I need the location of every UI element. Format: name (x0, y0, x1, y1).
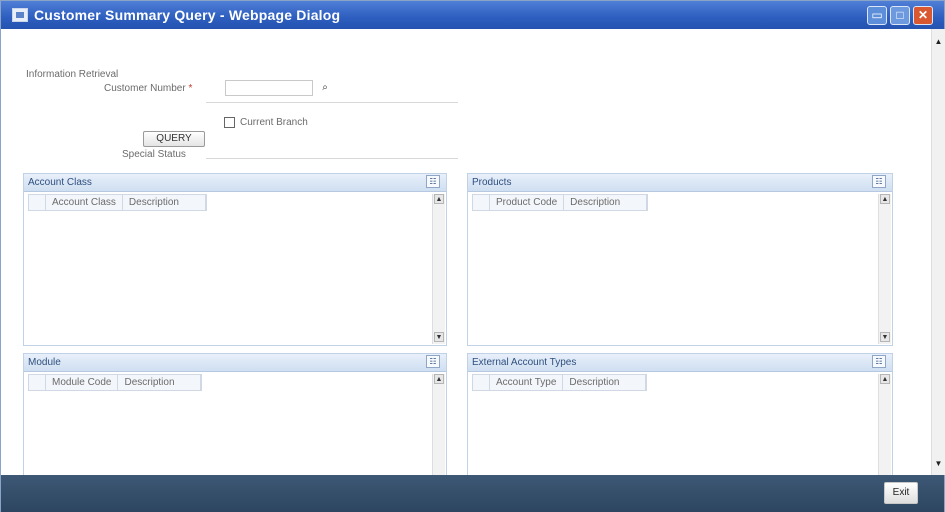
scroll-up-icon[interactable]: ▲ (934, 37, 943, 46)
account-class-panel: Account Class ☷ Account Class Descriptio… (23, 173, 447, 346)
footer-bar (1, 475, 944, 512)
products-panel: Products ☷ Product Code Description ▲ ▼ (467, 173, 893, 346)
scroll-up-icon[interactable]: ▲ (880, 194, 890, 204)
account-class-menu-icon[interactable]: ☷ (426, 175, 440, 188)
module-grid-header: Module Code Description (28, 374, 203, 391)
window-title: Customer Summary Query - Webpage Dialog (34, 7, 341, 23)
customer-number-input[interactable] (225, 80, 313, 96)
window-icon (12, 8, 28, 22)
lov-search-icon[interactable]: ⌕ (317, 81, 333, 95)
module-header: Module ☷ (24, 354, 446, 372)
query-button[interactable]: QUERY (143, 131, 205, 147)
grid-scrollbar[interactable]: ▲ (878, 374, 891, 476)
external-account-types-header: External Account Types ☷ (468, 354, 892, 372)
current-branch-checkbox[interactable] (224, 117, 235, 128)
scroll-down-icon[interactable]: ▼ (934, 459, 943, 468)
account-class-header: Account Class ☷ (24, 174, 446, 192)
scroll-up-icon[interactable]: ▲ (434, 374, 444, 384)
section-label: Information Retrieval (26, 69, 119, 80)
window-scrollbar[interactable]: ▲ ▼ (931, 29, 945, 475)
products-menu-icon[interactable]: ☷ (872, 175, 886, 188)
grid-scrollbar[interactable]: ▲ ▼ (878, 194, 891, 344)
module-title: Module (28, 357, 61, 368)
minimize-button[interactable]: ▭ (867, 6, 887, 25)
external-account-types-title: External Account Types (472, 357, 577, 368)
select-all-cell[interactable] (29, 195, 46, 210)
grid-scrollbar[interactable]: ▲ ▼ (432, 194, 445, 344)
column-header[interactable]: Description (563, 375, 647, 390)
column-header[interactable]: Account Type (490, 375, 564, 390)
special-status-line (206, 158, 458, 159)
grid-scrollbar[interactable]: ▲ (432, 374, 445, 476)
scroll-down-icon[interactable]: ▼ (880, 332, 890, 342)
required-marker: * (188, 83, 193, 94)
external-account-types-grid-header: Account Type Description (472, 374, 648, 391)
scroll-up-icon[interactable]: ▲ (434, 194, 444, 204)
external-account-types-menu-icon[interactable]: ☷ (872, 355, 886, 368)
module-panel: Module ☷ Module Code Description ▲ (23, 353, 447, 476)
customer-number-label-text: Customer Number (104, 83, 186, 94)
account-class-title: Account Class (28, 177, 92, 188)
maximize-button[interactable]: □ (890, 6, 910, 25)
select-all-cell[interactable] (473, 375, 490, 390)
select-all-cell[interactable] (473, 195, 490, 210)
current-branch-label: Current Branch (240, 117, 308, 128)
customer-number-label: Customer Number * (104, 83, 192, 94)
column-header[interactable]: Account Class (46, 195, 123, 210)
scroll-up-icon[interactable]: ▲ (880, 374, 890, 384)
special-status-label: Special Status (122, 149, 186, 160)
title-bar: Customer Summary Query - Webpage Dialog … (1, 1, 944, 29)
module-menu-icon[interactable]: ☷ (426, 355, 440, 368)
exit-button[interactable]: Exit (884, 482, 918, 504)
column-header[interactable]: Module Code (46, 375, 119, 390)
account-class-grid-header: Account Class Description (28, 194, 207, 211)
dialog-window: Customer Summary Query - Webpage Dialog … (0, 0, 945, 512)
column-header[interactable]: Description (564, 195, 648, 210)
column-header[interactable]: Description (118, 375, 202, 390)
column-header[interactable]: Product Code (490, 195, 565, 210)
column-header[interactable]: Description (123, 195, 206, 210)
products-grid-header: Product Code Description (472, 194, 649, 211)
close-button[interactable]: ✕ (913, 6, 933, 25)
products-header: Products ☷ (468, 174, 892, 192)
scroll-down-icon[interactable]: ▼ (434, 332, 444, 342)
select-all-cell[interactable] (29, 375, 46, 390)
field-underline (206, 102, 458, 103)
products-title: Products (472, 177, 512, 188)
external-account-types-panel: External Account Types ☷ Account Type De… (467, 353, 893, 476)
